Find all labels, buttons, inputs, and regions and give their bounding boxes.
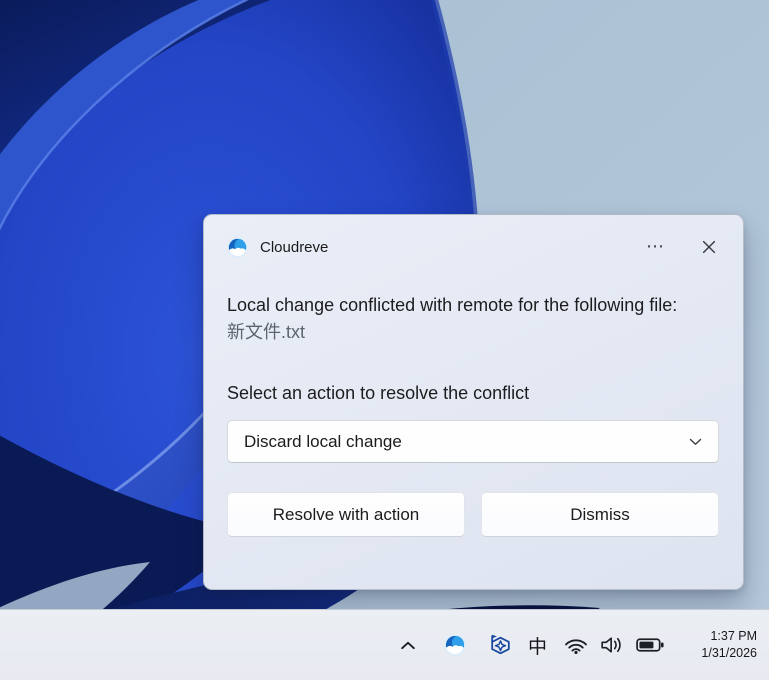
taskbar-clock[interactable]: 1:37 PM 1/31/2026 <box>677 628 757 662</box>
taskbar: 中 <box>0 609 769 680</box>
action-select[interactable]: Discard local change <box>227 420 719 463</box>
chevron-up-icon <box>400 641 416 650</box>
notification-message: Local change conflicted with remote for … <box>227 292 713 319</box>
chevron-down-icon <box>689 438 702 446</box>
notification-header: Cloudreve ⋯ <box>227 235 719 259</box>
cloudreve-app-icon <box>227 237 248 258</box>
cube-star-icon <box>487 632 514 659</box>
notification-app-name: Cloudreve <box>260 239 328 256</box>
dismiss-button[interactable]: Dismiss <box>481 492 719 537</box>
notification-actions: Resolve with action Dismiss <box>227 492 719 537</box>
close-icon <box>702 240 716 254</box>
ime-indicator[interactable]: 中 <box>528 632 547 659</box>
conflict-file-name: 新文件.txt <box>227 319 719 346</box>
show-hidden-icons-button[interactable] <box>393 641 423 650</box>
battery-icon[interactable] <box>636 638 664 652</box>
notification-close-button[interactable] <box>699 237 719 257</box>
selected-option-label: Discard local change <box>244 432 402 452</box>
system-tray: 中 <box>393 610 769 680</box>
more-options-button[interactable]: ⋯ <box>642 238 669 256</box>
more-options-icon: ⋯ <box>646 236 665 257</box>
clock-date: 1/31/2026 <box>677 645 757 662</box>
cloudreve-logo-icon <box>444 634 466 656</box>
wifi-icon[interactable] <box>564 637 588 654</box>
action-prompt: Select an action to resolve the conflict <box>227 380 719 407</box>
volume-icon[interactable] <box>600 636 626 654</box>
resolve-with-action-button[interactable]: Resolve with action <box>227 492 465 537</box>
cloudreve-tray-icon[interactable] <box>441 631 469 659</box>
app-cube-tray-icon[interactable] <box>487 632 515 659</box>
notification-toast: Cloudreve ⋯ Local change conflicted with… <box>203 214 744 590</box>
clock-time: 1:37 PM <box>677 628 757 645</box>
